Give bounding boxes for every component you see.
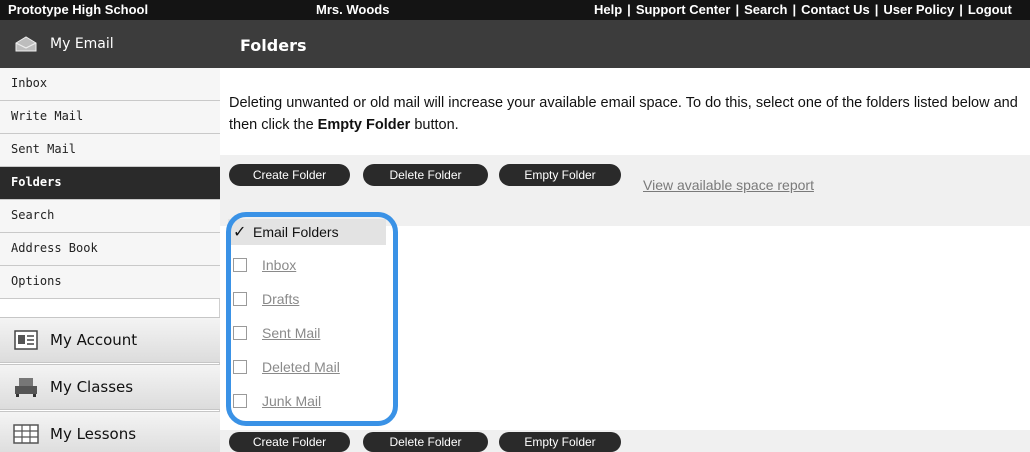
- sidebar-item-options[interactable]: Options: [0, 266, 220, 299]
- folder-row-sent-mail: Sent Mail: [228, 320, 386, 346]
- intro-text-bold: Empty Folder: [317, 117, 411, 133]
- support-center-link[interactable]: Support Center: [636, 2, 731, 17]
- intro-text: Deleting unwanted or old mail will incre…: [229, 92, 1029, 136]
- user-policy-link[interactable]: User Policy: [883, 2, 954, 17]
- desk-icon: [12, 376, 40, 398]
- sidebar-section-label: My Lessons: [50, 425, 137, 443]
- link-separator: |: [792, 2, 797, 17]
- folder-checkbox[interactable]: [233, 258, 247, 272]
- folder-link-drafts[interactable]: Drafts: [262, 291, 299, 307]
- contact-us-link[interactable]: Contact Us: [801, 2, 870, 17]
- sidebar-section-my-lessons[interactable]: My Lessons: [0, 411, 220, 452]
- folder-row-inbox: Inbox: [228, 252, 386, 278]
- sidebar-section-label: My Classes: [50, 378, 134, 396]
- folder-link-sent-mail[interactable]: Sent Mail: [262, 325, 320, 341]
- delete-folder-button[interactable]: Delete Folder: [363, 164, 488, 186]
- folder-link-deleted-mail[interactable]: Deleted Mail: [262, 359, 340, 375]
- folder-link-junk-mail[interactable]: Junk Mail: [262, 393, 321, 409]
- calendar-grid-icon: [12, 423, 40, 445]
- main-content: Folders Deleting unwanted or old mail wi…: [220, 20, 1030, 452]
- link-separator: |: [874, 2, 879, 17]
- folder-row-drafts: Drafts: [228, 286, 386, 312]
- link-separator: |: [959, 2, 963, 17]
- folder-list-header[interactable]: ✓ Email Folders: [228, 219, 386, 245]
- folder-toolbar-top: Create Folder Delete Folder Empty Folder…: [220, 155, 1030, 226]
- space-report-link[interactable]: View available space report: [643, 177, 814, 193]
- sidebar-item-sent-mail[interactable]: Sent Mail: [0, 134, 220, 167]
- top-links: Help | Support Center | Search | Contact Us | Us…: [594, 2, 1012, 17]
- folder-checkbox[interactable]: [233, 326, 247, 340]
- link-separator: |: [627, 2, 631, 17]
- folder-row-deleted-mail: Deleted Mail: [228, 354, 386, 380]
- checkmark-icon: ✓: [233, 224, 247, 241]
- sidebar-section-label: My Account: [50, 331, 138, 349]
- sidebar-section-my-email[interactable]: My Email: [0, 20, 220, 68]
- contact-card-icon: [12, 329, 40, 351]
- help-link[interactable]: Help: [594, 2, 622, 17]
- delete-folder-button[interactable]: Delete Folder: [363, 432, 488, 452]
- sidebar-item-write-mail[interactable]: Write Mail: [0, 101, 220, 134]
- logout-link[interactable]: Logout: [968, 2, 1012, 17]
- sidebar-item-search[interactable]: Search: [0, 200, 220, 233]
- intro-text-part: button.: [410, 117, 459, 133]
- create-folder-button[interactable]: Create Folder: [229, 432, 350, 452]
- folder-checkbox[interactable]: [233, 360, 247, 374]
- empty-folder-button[interactable]: Empty Folder: [499, 164, 621, 186]
- sidebar-item-address-book[interactable]: Address Book: [0, 233, 220, 266]
- sidebar-item-folders[interactable]: Folders: [0, 167, 220, 200]
- top-bar: Prototype High School Mrs. Woods Help | Su…: [0, 0, 1030, 20]
- sidebar-item-inbox[interactable]: Inbox: [0, 68, 220, 101]
- sidebar-section-my-classes[interactable]: My Classes: [0, 364, 220, 410]
- folder-checkbox[interactable]: [233, 394, 247, 408]
- search-link[interactable]: Search: [744, 2, 787, 17]
- page-title: Folders: [220, 20, 1030, 68]
- folder-checkbox[interactable]: [233, 292, 247, 306]
- folder-list-title: Email Folders: [253, 224, 339, 240]
- sidebar-section-label: My Email: [50, 36, 114, 52]
- folder-row-junk-mail: Junk Mail: [228, 388, 386, 414]
- folder-link-inbox[interactable]: Inbox: [262, 257, 296, 273]
- school-name: Prototype High School: [8, 2, 149, 17]
- mailbox-icon: [12, 33, 40, 55]
- link-separator: |: [735, 2, 740, 17]
- sidebar: My Email Inbox Write Mail Sent Mail Fold…: [0, 20, 220, 452]
- user-name: Mrs. Woods: [316, 2, 390, 17]
- empty-folder-button[interactable]: Empty Folder: [499, 432, 621, 452]
- create-folder-button[interactable]: Create Folder: [229, 164, 350, 186]
- sidebar-section-my-account[interactable]: My Account: [0, 317, 220, 363]
- folder-toolbar-bottom: Create Folder Delete Folder Empty Folder: [220, 430, 1030, 452]
